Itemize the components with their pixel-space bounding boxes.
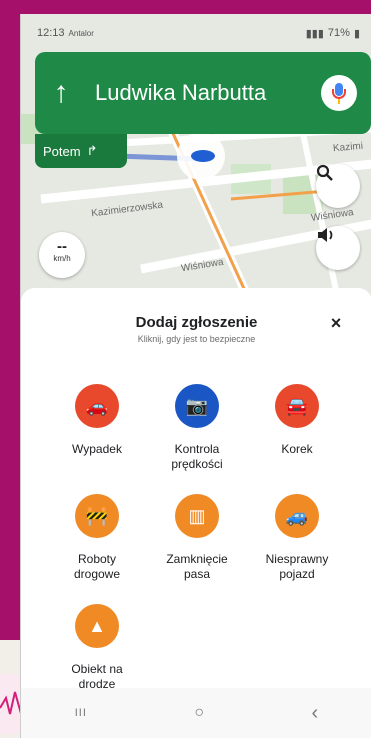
- turn-right-icon: ↱: [86, 143, 98, 158]
- next-street-name: Ludwika Narbutta: [95, 80, 267, 105]
- report-option-4[interactable]: ▥ Zamknięcie pasa: [147, 494, 247, 582]
- speed-camera-icon: 📷: [175, 384, 219, 428]
- roadworks-icon: 🚧: [75, 494, 119, 538]
- label-line: Kontrola: [174, 442, 220, 456]
- speedometer: -- km/h: [39, 232, 85, 278]
- map-view[interactable]: 12:13 Antalor ▮▮▮ 71% ▮ ↑ Ludwika Narbut…: [21, 14, 371, 324]
- magazine-frame-left: [0, 0, 20, 640]
- status-bar: 12:13 Antalor ▮▮▮ 71% ▮: [37, 22, 360, 44]
- android-nav-bar: III ○ ‹: [21, 688, 371, 738]
- report-option-label: Korek: [247, 442, 347, 457]
- sound-button[interactable]: [316, 226, 360, 270]
- label-line: Obiekt na: [71, 662, 123, 676]
- report-option-label: Wypadek: [47, 442, 147, 457]
- speed-unit: km/h: [53, 254, 71, 263]
- speed-value: --: [57, 238, 67, 255]
- search-button[interactable]: [316, 164, 360, 208]
- report-option-6[interactable]: ▲ Obiekt na drodze: [47, 604, 147, 692]
- straight-arrow-icon: ↑: [53, 76, 69, 109]
- carrier-label: Antalor: [68, 28, 94, 38]
- status-time: 12:13: [37, 27, 65, 39]
- label-line: drogowe: [73, 567, 121, 581]
- report-option-5[interactable]: 🚙 Niesprawny pojazd: [247, 494, 347, 582]
- report-option-label: Kontrola prędkości: [147, 442, 247, 472]
- traffic-jam-icon: 🚘: [275, 384, 319, 428]
- report-option-3[interactable]: 🚧 Roboty drogowe: [47, 494, 147, 582]
- label-line: pasa: [183, 567, 211, 581]
- label-line: prędkości: [171, 457, 223, 471]
- stalled-vehicle-icon: 🚙: [275, 494, 319, 538]
- battery-level: 71%: [327, 27, 350, 39]
- search-icon: [316, 164, 333, 181]
- battery-icon: ▮: [353, 27, 360, 40]
- then-label: Potem: [43, 143, 81, 159]
- label-line: Roboty: [77, 552, 117, 566]
- then-turn-pill[interactable]: Potem ↱: [35, 134, 127, 168]
- recents-button[interactable]: III: [75, 707, 87, 719]
- lane-closure-icon: ▥: [175, 494, 219, 538]
- microphone-button[interactable]: [321, 75, 357, 111]
- close-button[interactable]: ×: [323, 310, 349, 336]
- report-option-2[interactable]: 🚘 Korek: [247, 384, 347, 457]
- speaker-icon: [318, 228, 333, 242]
- report-option-label: Niesprawny pojazd: [247, 552, 347, 582]
- report-option-0[interactable]: 🚗 Wypadek: [47, 384, 147, 457]
- back-button[interactable]: ‹: [312, 702, 319, 725]
- home-button[interactable]: ○: [194, 704, 204, 722]
- label-line: Niesprawny: [265, 552, 329, 566]
- label-line: Korek: [281, 442, 313, 456]
- label-line: Wypadek: [72, 442, 122, 456]
- road-object-icon: ▲: [75, 604, 119, 648]
- label-line: pojazd: [279, 567, 315, 581]
- sheet-title: Dodaj zgłoszenie: [135, 314, 258, 331]
- report-bottom-sheet: Dodaj zgłoszenie Kliknij, gdy jest to be…: [21, 288, 371, 691]
- navigation-banner[interactable]: ↑ Ludwika Narbutta: [35, 52, 371, 134]
- crash-icon: 🚗: [75, 384, 119, 428]
- report-option-label: Roboty drogowe: [47, 552, 147, 582]
- label-line: Zamknięcie: [166, 552, 228, 566]
- report-option-label: Zamknięcie pasa: [147, 552, 247, 582]
- report-option-1[interactable]: 📷 Kontrola prędkości: [147, 384, 247, 472]
- signal-icon: ▮▮▮: [305, 27, 324, 40]
- phone-screen: 12:13 Antalor ▮▮▮ 71% ▮ ↑ Ludwika Narbut…: [20, 14, 371, 738]
- sheet-subtitle: Kliknij, gdy jest to bezpieczne: [137, 334, 256, 344]
